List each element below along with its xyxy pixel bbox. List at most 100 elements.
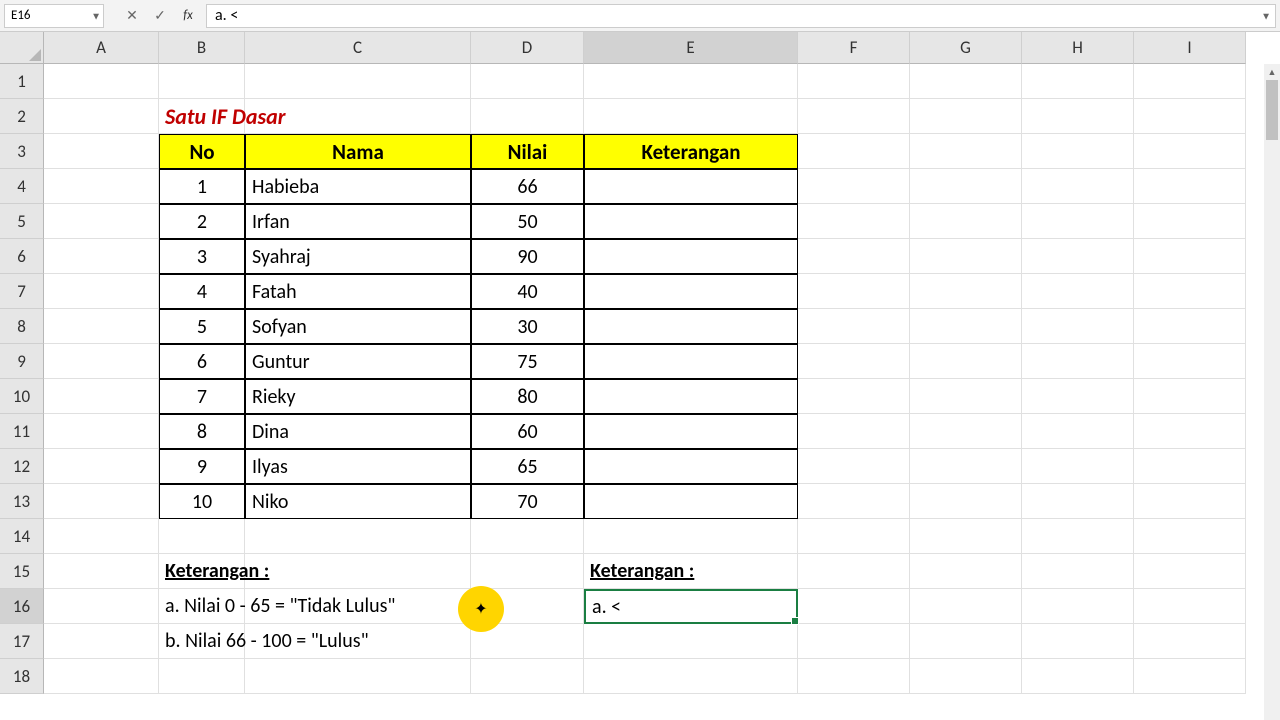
cell[interactable]: Guntur <box>245 344 471 379</box>
cell[interactable] <box>798 449 910 484</box>
cell[interactable] <box>1022 99 1134 134</box>
cell[interactable]: Nilai <box>471 134 584 169</box>
cell[interactable] <box>910 484 1022 519</box>
active-cell-E16[interactable]: a. < <box>584 589 798 624</box>
column-headers[interactable]: ABCDEFGHI <box>44 32 1246 64</box>
cell[interactable] <box>44 379 159 414</box>
scroll-thumb[interactable] <box>1266 80 1278 140</box>
cell[interactable] <box>910 239 1022 274</box>
cell[interactable] <box>798 379 910 414</box>
cell[interactable] <box>798 239 910 274</box>
cell[interactable] <box>1134 169 1246 204</box>
column-header-I[interactable]: I <box>1134 32 1246 64</box>
cell[interactable] <box>910 134 1022 169</box>
cell[interactable] <box>584 624 798 659</box>
cell[interactable]: 40 <box>471 274 584 309</box>
cell-grid[interactable]: Satu IF DasarNoNamaNilaiKeterangan1Habie… <box>44 64 1246 694</box>
cell[interactable]: Habieba <box>245 169 471 204</box>
cell[interactable] <box>910 659 1022 694</box>
cell[interactable]: Dina <box>245 414 471 449</box>
row-header-17[interactable]: 17 <box>0 624 44 659</box>
cell[interactable] <box>1134 99 1246 134</box>
cell[interactable] <box>798 274 910 309</box>
cell[interactable] <box>798 204 910 239</box>
cell[interactable] <box>910 274 1022 309</box>
cell[interactable] <box>1022 519 1134 554</box>
cell[interactable] <box>1022 344 1134 379</box>
cell[interactable] <box>245 589 471 624</box>
cell[interactable]: Syahraj <box>245 239 471 274</box>
cell[interactable] <box>910 519 1022 554</box>
cell[interactable] <box>44 344 159 379</box>
notes-left-title[interactable]: Keterangan : <box>159 554 245 589</box>
cell[interactable]: 4 <box>159 274 245 309</box>
cell[interactable] <box>584 64 798 99</box>
cell[interactable] <box>798 624 910 659</box>
column-header-H[interactable]: H <box>1022 32 1134 64</box>
cell[interactable] <box>798 659 910 694</box>
cell[interactable] <box>584 484 798 519</box>
cell[interactable] <box>1022 589 1134 624</box>
row-header-3[interactable]: 3 <box>0 134 44 169</box>
cell[interactable] <box>1022 134 1134 169</box>
cell[interactable] <box>584 414 798 449</box>
cell[interactable]: Rieky <box>245 379 471 414</box>
cell[interactable] <box>1134 589 1246 624</box>
formula-input[interactable]: a. < ▼ <box>206 4 1276 28</box>
cell[interactable] <box>910 554 1022 589</box>
cell[interactable]: No <box>159 134 245 169</box>
cell[interactable]: 3 <box>159 239 245 274</box>
cell[interactable] <box>471 519 584 554</box>
cell[interactable] <box>584 99 798 134</box>
cell[interactable]: Keterangan <box>584 134 798 169</box>
cell[interactable] <box>584 344 798 379</box>
cell[interactable] <box>1134 554 1246 589</box>
cell[interactable] <box>1134 659 1246 694</box>
cell[interactable] <box>44 414 159 449</box>
column-header-F[interactable]: F <box>798 32 910 64</box>
cell[interactable] <box>584 239 798 274</box>
cell[interactable] <box>1134 624 1246 659</box>
cell[interactable] <box>1134 309 1246 344</box>
cell[interactable]: 10 <box>159 484 245 519</box>
column-header-G[interactable]: G <box>910 32 1022 64</box>
cell[interactable]: Fatah <box>245 274 471 309</box>
column-header-E[interactable]: E <box>584 32 798 64</box>
cell[interactable] <box>584 309 798 344</box>
cell[interactable] <box>1022 449 1134 484</box>
cell[interactable] <box>910 344 1022 379</box>
cell[interactable] <box>910 449 1022 484</box>
cell[interactable]: Niko <box>245 484 471 519</box>
row-header-14[interactable]: 14 <box>0 519 44 554</box>
cell[interactable] <box>1022 414 1134 449</box>
cell[interactable] <box>798 169 910 204</box>
cell[interactable] <box>1134 204 1246 239</box>
select-all-corner[interactable] <box>0 32 44 64</box>
cell[interactable] <box>910 169 1022 204</box>
cell[interactable] <box>1134 484 1246 519</box>
cell[interactable]: Nama <box>245 134 471 169</box>
cell[interactable] <box>798 344 910 379</box>
vertical-scrollbar[interactable]: ▲ <box>1264 64 1280 720</box>
cell[interactable] <box>798 99 910 134</box>
cell[interactable] <box>44 239 159 274</box>
cell[interactable] <box>910 204 1022 239</box>
cell[interactable] <box>798 309 910 344</box>
cell[interactable] <box>584 519 798 554</box>
cell[interactable] <box>1022 274 1134 309</box>
notes-left-a[interactable]: a. Nilai 0 - 65 = "Tidak Lulus" <box>159 589 245 624</box>
cell[interactable]: 70 <box>471 484 584 519</box>
cell[interactable] <box>44 169 159 204</box>
cell[interactable] <box>910 624 1022 659</box>
cancel-button[interactable]: ✕ <box>118 4 146 28</box>
cell[interactable] <box>798 589 910 624</box>
row-header-5[interactable]: 5 <box>0 204 44 239</box>
cell[interactable] <box>44 449 159 484</box>
cell[interactable]: 65 <box>471 449 584 484</box>
cell[interactable]: Sofyan <box>245 309 471 344</box>
row-header-12[interactable]: 12 <box>0 449 44 484</box>
cell[interactable] <box>798 554 910 589</box>
row-header-4[interactable]: 4 <box>0 169 44 204</box>
cell[interactable] <box>44 309 159 344</box>
cell[interactable]: Irfan <box>245 204 471 239</box>
